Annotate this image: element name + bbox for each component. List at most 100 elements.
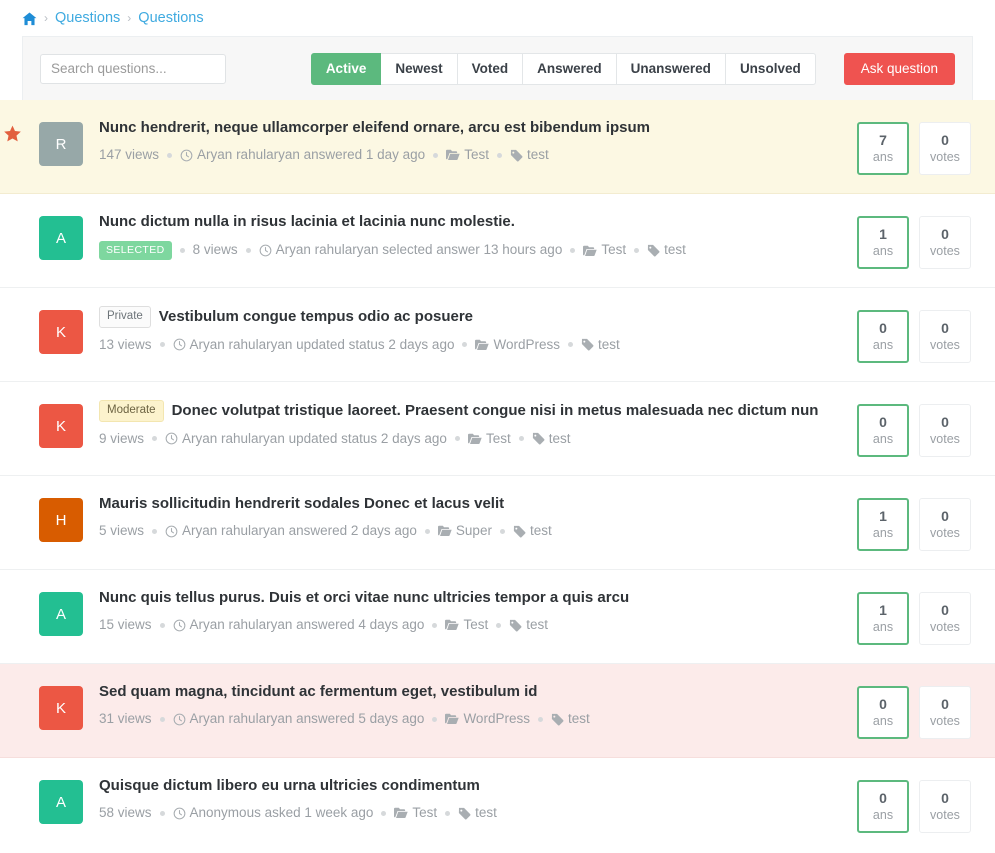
answer-count-label: ans: [872, 432, 894, 447]
breadcrumb-item-2[interactable]: Questions: [138, 10, 203, 26]
avatar[interactable]: K: [39, 404, 83, 448]
question-title-line: Private Vestibulum congue tempus odio ac …: [99, 306, 839, 328]
question-row[interactable]: H Mauris sollicitudin hendrerit sodales D…: [0, 476, 995, 570]
category-item[interactable]: Super: [437, 523, 492, 539]
question-row[interactable]: R Nunc hendrerit, neque ullamcorper eleif…: [0, 100, 995, 194]
meta-separator-dot: [159, 342, 165, 348]
activity-item: Aryan rahularyan answered 5 days ago: [173, 711, 425, 727]
question-title[interactable]: Nunc hendrerit, neque ullamcorper eleife…: [99, 118, 650, 138]
vote-count-box[interactable]: 0 votes: [919, 780, 971, 833]
filter-button-answered[interactable]: Answered: [523, 52, 617, 85]
answer-count-box[interactable]: 1 ans: [857, 592, 909, 645]
filter-button-unsolved[interactable]: Unsolved: [725, 52, 816, 85]
question-counters: 0 ans 0 votes: [857, 780, 971, 833]
meta-separator-dot: [496, 622, 502, 628]
search-input[interactable]: [40, 53, 226, 84]
question-title[interactable]: Quisque dictum libero eu urna ultricies …: [99, 776, 480, 796]
category-item[interactable]: Test: [394, 805, 437, 821]
avatar[interactable]: A: [39, 216, 83, 260]
star-icon[interactable]: [3, 125, 22, 147]
avatar[interactable]: K: [39, 686, 83, 730]
question-row[interactable]: K Sed quam magna, tincidunt ac fermentum …: [0, 664, 995, 758]
activity-text: Aryan rahularyan answered 1 day ago: [197, 147, 426, 163]
avatar[interactable]: A: [39, 592, 83, 636]
folder-icon: [394, 807, 409, 819]
tag-label: test: [598, 336, 620, 352]
question-title[interactable]: Mauris sollicitudin hendrerit sodales Do…: [99, 494, 504, 514]
answer-count-box[interactable]: 7 ans: [857, 122, 909, 175]
question-body: Nunc hendrerit, neque ullamcorper eleife…: [83, 118, 839, 163]
status-badge-selected: SELECTED: [99, 241, 172, 260]
avatar[interactable]: A: [39, 780, 83, 824]
answer-count-box[interactable]: 0 ans: [857, 780, 909, 833]
avatar-letter: K: [55, 699, 66, 717]
vote-count-label: votes: [930, 244, 960, 259]
avatar[interactable]: R: [39, 122, 83, 166]
question-row[interactable]: K Moderate Donec volutpat tristique laoree…: [0, 382, 995, 476]
question-row[interactable]: A Quisque dictum libero eu urna ultricies…: [0, 758, 995, 851]
ask-question-button[interactable]: Ask question: [843, 52, 955, 85]
filter-button-newest[interactable]: Newest: [381, 52, 458, 85]
vote-count-box[interactable]: 0 votes: [919, 498, 971, 551]
answer-count-box[interactable]: 1 ans: [857, 498, 909, 551]
activity-text: Aryan rahularyan answered 5 days ago: [189, 711, 425, 727]
question-title[interactable]: Vestibulum congue tempus odio ac posuere: [159, 307, 473, 327]
tag-item[interactable]: test: [551, 711, 590, 727]
filter-button-active[interactable]: Active: [310, 52, 382, 85]
answer-count-box[interactable]: 0 ans: [857, 686, 909, 739]
meta-separator-dot: [159, 810, 165, 816]
question-counters: 1 ans 0 votes: [857, 592, 971, 645]
question-counters: 7 ans 0 votes: [857, 122, 971, 175]
activity-text: Aryan rahularyan answered 4 days ago: [189, 617, 425, 633]
question-title[interactable]: Donec volutpat tristique laoreet. Praese…: [172, 401, 819, 421]
answer-count-box[interactable]: 1 ans: [857, 216, 909, 269]
category-item[interactable]: WordPress: [445, 711, 530, 727]
tag-item[interactable]: test: [510, 147, 549, 163]
vote-count-box[interactable]: 0 votes: [919, 216, 971, 269]
tag-icon: [513, 525, 526, 538]
home-icon[interactable]: [22, 12, 37, 26]
question-title[interactable]: Nunc quis tellus purus. Duis et orci vit…: [99, 588, 629, 608]
meta-separator-dot: [568, 342, 573, 348]
filter-button-unanswered[interactable]: Unanswered: [616, 52, 726, 85]
vote-count-box[interactable]: 0 votes: [919, 592, 971, 645]
meta-separator-dot: [634, 248, 640, 253]
answer-count-box[interactable]: 0 ans: [857, 310, 909, 363]
activity-text: Aryan rahularyan updated status 2 days a…: [182, 430, 447, 446]
question-title[interactable]: Sed quam magna, tincidunt ac fermentum e…: [99, 682, 537, 702]
vote-count: 0: [941, 226, 949, 243]
avatar[interactable]: H: [39, 498, 83, 542]
category-item[interactable]: Test: [467, 431, 511, 447]
category-item[interactable]: Test: [583, 242, 626, 258]
tag-item[interactable]: test: [647, 242, 686, 258]
filter-button-voted[interactable]: Voted: [457, 52, 524, 85]
question-title[interactable]: Nunc dictum nulla in risus lacinia et la…: [99, 212, 515, 232]
vote-count-box[interactable]: 0 votes: [919, 404, 971, 457]
tag-icon: [509, 619, 522, 632]
answer-count-box[interactable]: 0 ans: [857, 404, 909, 457]
tag-item[interactable]: test: [581, 337, 620, 353]
question-row[interactable]: A Nunc quis tellus purus. Duis et orci vi…: [0, 570, 995, 664]
question-row[interactable]: K Private Vestibulum congue tempus odio ac…: [0, 288, 995, 382]
vote-count: 0: [941, 602, 949, 619]
question-title-line: Nunc hendrerit, neque ullamcorper eleife…: [99, 118, 839, 138]
tag-item[interactable]: test: [509, 617, 548, 633]
question-counters: 0 ans 0 votes: [857, 404, 971, 457]
category-item[interactable]: WordPress: [475, 337, 560, 353]
breadcrumb-item-1[interactable]: Questions: [55, 10, 120, 26]
meta-separator-dot: [159, 716, 165, 722]
clock-icon: [165, 525, 178, 538]
vote-count-box[interactable]: 0 votes: [919, 686, 971, 739]
vote-count-box[interactable]: 0 votes: [919, 310, 971, 363]
category-item[interactable]: Test: [445, 617, 488, 633]
answer-count-label: ans: [872, 714, 894, 729]
clock-icon: [173, 619, 186, 632]
avatar[interactable]: K: [39, 310, 83, 354]
tag-icon: [532, 432, 545, 445]
tag-item[interactable]: test: [532, 431, 570, 447]
tag-item[interactable]: test: [458, 805, 497, 821]
tag-item[interactable]: test: [513, 523, 552, 539]
category-item[interactable]: Test: [446, 147, 489, 163]
vote-count-box[interactable]: 0 votes: [919, 122, 971, 175]
question-row[interactable]: A Nunc dictum nulla in risus lacinia et l…: [0, 194, 995, 288]
